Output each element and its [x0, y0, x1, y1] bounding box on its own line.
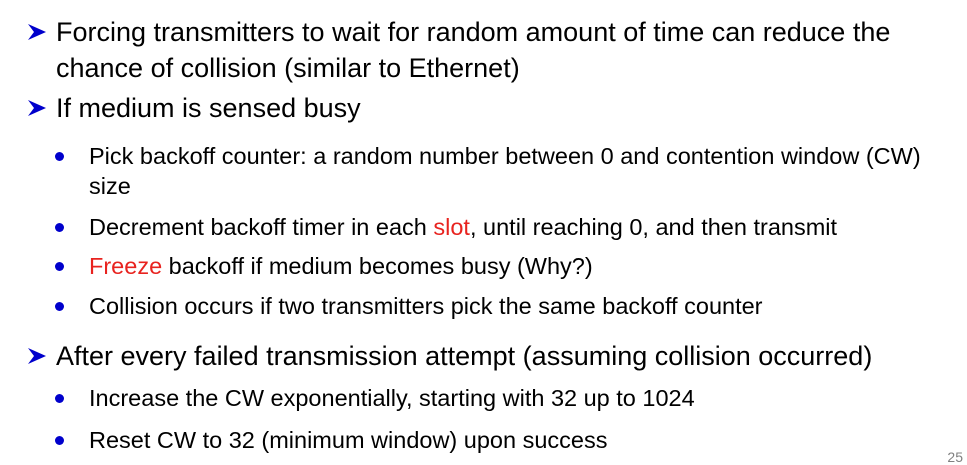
sub-bullet-text-pre: Decrement backoff timer in each [89, 214, 434, 240]
highlight-freeze: Freeze [89, 253, 163, 279]
bullet-failed-attempt: After every failed transmission attempt … [28, 338, 956, 374]
bullet-forcing-wait: Forcing transmitters to wait for random … [28, 14, 956, 86]
sub-bullet-text-post: backoff if medium becomes busy (Why?) [162, 253, 593, 279]
bullet-dot-icon [55, 302, 64, 311]
sub-bullet-text: Collision occurs if two transmitters pic… [89, 293, 763, 319]
page-number: 25 [947, 449, 963, 465]
sub-bullet-text: Reset CW to 32 (minimum window) upon suc… [89, 427, 608, 453]
slide: Forcing transmitters to wait for random … [0, 0, 967, 465]
arrow-bullet-icon [28, 348, 46, 364]
sub-bullet-increase-cw: Increase the CW exponentially, starting … [55, 383, 961, 413]
sub-bullet-decrement: Decrement backoff timer in each slot, un… [55, 212, 961, 242]
sub-bullet-text: Increase the CW exponentially, starting … [89, 385, 695, 411]
sub-bullet-pick-backoff: Pick backoff counter: a random number be… [55, 141, 961, 201]
highlight-slot: slot [433, 214, 470, 240]
sub-bullet-text: Pick backoff counter: a random number be… [89, 143, 921, 199]
bullet-text: If medium is sensed busy [56, 93, 361, 123]
bullet-dot-icon [55, 436, 64, 445]
bullet-dot-icon [55, 223, 64, 232]
bullet-text: After every failed transmission attempt … [56, 341, 873, 371]
sub-bullet-text-post: , until reaching 0, and then transmit [469, 214, 838, 240]
bullet-dot-icon [55, 152, 64, 161]
bullet-text: Forcing transmitters to wait for random … [56, 17, 891, 83]
sub-bullet-freeze: Freeze backoff if medium becomes busy (W… [55, 251, 961, 281]
arrow-bullet-icon [28, 24, 46, 40]
arrow-bullet-icon [28, 100, 46, 116]
bullet-dot-icon [55, 394, 64, 403]
bullet-medium-busy: If medium is sensed busy [28, 90, 956, 126]
bullet-dot-icon [55, 262, 64, 271]
sub-bullet-reset-cw: Reset CW to 32 (minimum window) upon suc… [55, 425, 961, 455]
sub-bullet-collision: Collision occurs if two transmitters pic… [55, 291, 961, 321]
